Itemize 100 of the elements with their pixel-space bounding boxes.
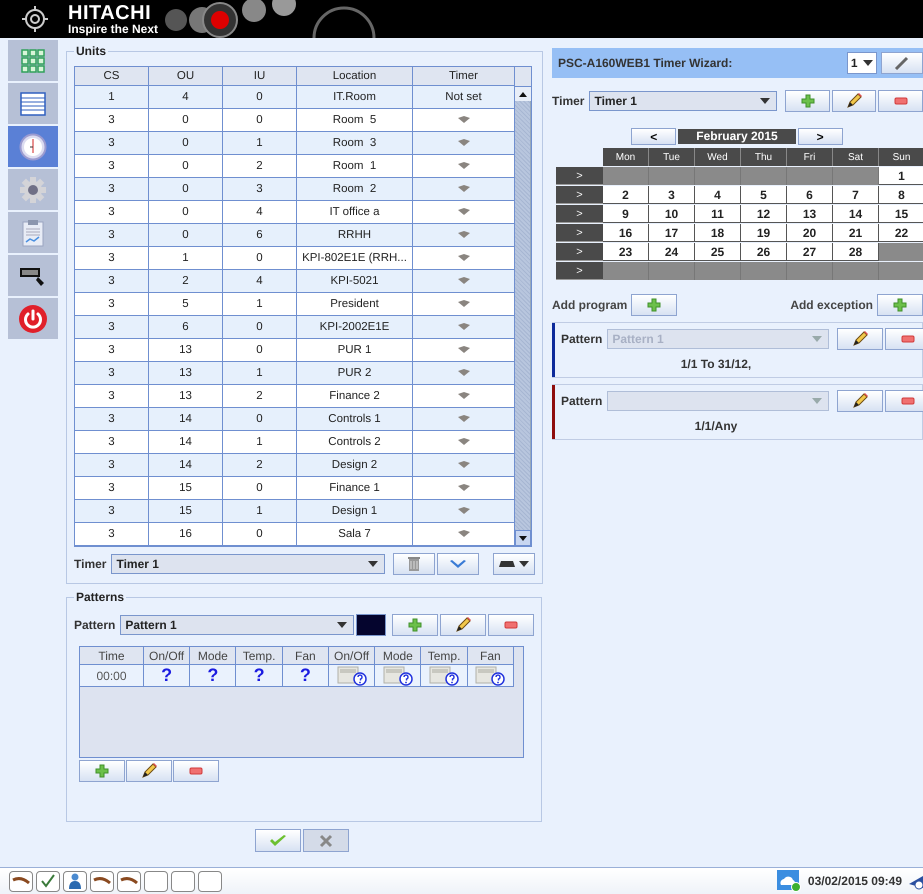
previous-month-button[interactable]: < <box>631 128 676 145</box>
minus-icon <box>901 335 916 343</box>
table-cell: KPI-5021 <box>296 270 412 292</box>
taskbar-slot[interactable] <box>9 870 33 892</box>
confirm-button[interactable] <box>255 829 301 852</box>
pattern-select[interactable]: Pattern 1 <box>120 615 354 635</box>
remove-button[interactable] <box>885 328 923 350</box>
device-icon <box>456 392 470 400</box>
edit-button[interactable] <box>440 614 486 636</box>
chevron-icon <box>449 559 468 569</box>
table-cell: 5 <box>148 292 222 316</box>
table-cell: 0 <box>222 476 296 500</box>
color-swatch[interactable] <box>356 614 386 636</box>
device-dropdown[interactable] <box>493 553 536 575</box>
timer-select[interactable]: Timer 1 <box>589 91 778 111</box>
calendar-day[interactable]: 27 <box>787 243 833 261</box>
edit-button[interactable] <box>837 390 884 412</box>
scrollbar[interactable] <box>515 67 531 546</box>
table-cell: 3 <box>75 316 148 338</box>
remove-button[interactable] <box>488 614 534 636</box>
week-button[interactable]: > <box>556 205 603 223</box>
calendar-day[interactable]: 3 <box>649 186 695 204</box>
calendar-day[interactable]: 7 <box>833 186 879 204</box>
calendar-day[interactable]: 6 <box>787 186 833 204</box>
taskbar-slot[interactable] <box>198 870 222 892</box>
calendar-day[interactable]: 26 <box>741 243 787 261</box>
calendar-day[interactable]: 18 <box>695 224 741 242</box>
delete-button[interactable] <box>393 553 436 575</box>
number-select[interactable]: 1 <box>847 52 877 74</box>
table-cell: 0 <box>222 86 296 108</box>
week-button[interactable]: > <box>556 262 603 280</box>
sidebar-item[interactable] <box>8 255 58 296</box>
timer-select[interactable]: Timer 1 <box>111 554 386 574</box>
week-button[interactable]: > <box>556 224 603 242</box>
down-arrow-icon <box>519 536 527 540</box>
taskbar-slot[interactable] <box>117 870 141 892</box>
calendar-day[interactable]: 22 <box>879 224 923 242</box>
apply-button[interactable] <box>437 553 480 575</box>
add-button[interactable] <box>79 760 125 782</box>
add-exception-button[interactable] <box>877 294 923 316</box>
sidebar-item[interactable] <box>8 83 58 124</box>
add-program-button[interactable] <box>631 294 678 316</box>
edit-button[interactable] <box>126 760 172 782</box>
field-label: Timer <box>552 94 584 108</box>
calendar-day[interactable]: 12 <box>741 205 787 223</box>
minus-icon <box>189 767 203 775</box>
calendar-day[interactable]: 19 <box>741 224 787 242</box>
next-month-button[interactable]: > <box>798 128 843 145</box>
device-icon <box>456 506 470 515</box>
table-cell: 2 <box>222 154 296 178</box>
taskbar-slot[interactable] <box>171 870 195 892</box>
cloud-icon <box>776 870 801 892</box>
calendar-day[interactable]: 28 <box>833 243 879 261</box>
calendar-day[interactable]: 20 <box>787 224 833 242</box>
calendar-day[interactable]: 8 <box>879 186 923 204</box>
edit-button[interactable] <box>832 90 876 112</box>
table-cell: 0 <box>222 408 296 430</box>
calendar-day[interactable]: 13 <box>787 205 833 223</box>
calendar-day[interactable]: 21 <box>833 224 879 242</box>
remove-button[interactable] <box>878 90 923 112</box>
wand-button[interactable] <box>881 52 923 74</box>
week-button[interactable]: > <box>556 186 603 204</box>
taskbar-slot[interactable] <box>90 870 114 892</box>
remove-button[interactable] <box>885 390 923 412</box>
week-button[interactable]: > <box>556 167 603 185</box>
table-cell: 3 <box>75 338 148 362</box>
table-cell: Design 1 <box>296 500 412 522</box>
cancel-button[interactable] <box>303 829 349 852</box>
calendar-day[interactable]: 15 <box>879 205 923 223</box>
add-button[interactable] <box>785 90 830 112</box>
calendar-day[interactable]: 14 <box>833 205 879 223</box>
table-cell: 13 <box>148 338 222 362</box>
calendar-day[interactable]: 1 <box>879 167 923 185</box>
calendar-day[interactable]: 25 <box>695 243 741 261</box>
edit-button[interactable] <box>837 328 884 350</box>
column-header: Mode <box>375 647 422 665</box>
calendar-day[interactable]: 4 <box>695 186 741 204</box>
device-icon <box>456 116 470 124</box>
add-button[interactable] <box>392 614 438 636</box>
brand-name: HITACHI <box>68 3 152 23</box>
calendar-day[interactable]: 5 <box>741 186 787 204</box>
calendar-day[interactable]: 2 <box>603 186 649 204</box>
taskbar-slot[interactable] <box>144 870 168 892</box>
curve-icon <box>120 876 138 886</box>
table-cell: 3 <box>75 362 148 384</box>
calendar-day[interactable]: 16 <box>603 224 649 242</box>
calendar-day[interactable]: 9 <box>603 205 649 223</box>
calendar-day[interactable]: 17 <box>649 224 695 242</box>
calendar-day[interactable]: 10 <box>649 205 695 223</box>
taskbar-slot[interactable] <box>63 870 87 892</box>
calendar-day[interactable]: 24 <box>649 243 695 261</box>
calendar-day[interactable]: 23 <box>603 243 649 261</box>
taskbar-slot[interactable] <box>36 870 60 892</box>
calendar-day[interactable]: 11 <box>695 205 741 223</box>
week-button[interactable]: > <box>556 243 603 261</box>
remove-button[interactable] <box>173 760 219 782</box>
column-header: CS <box>75 67 148 86</box>
column-header: OU <box>148 67 222 86</box>
sidebar-item[interactable] <box>8 298 58 339</box>
up-arrow-icon <box>519 92 527 96</box>
